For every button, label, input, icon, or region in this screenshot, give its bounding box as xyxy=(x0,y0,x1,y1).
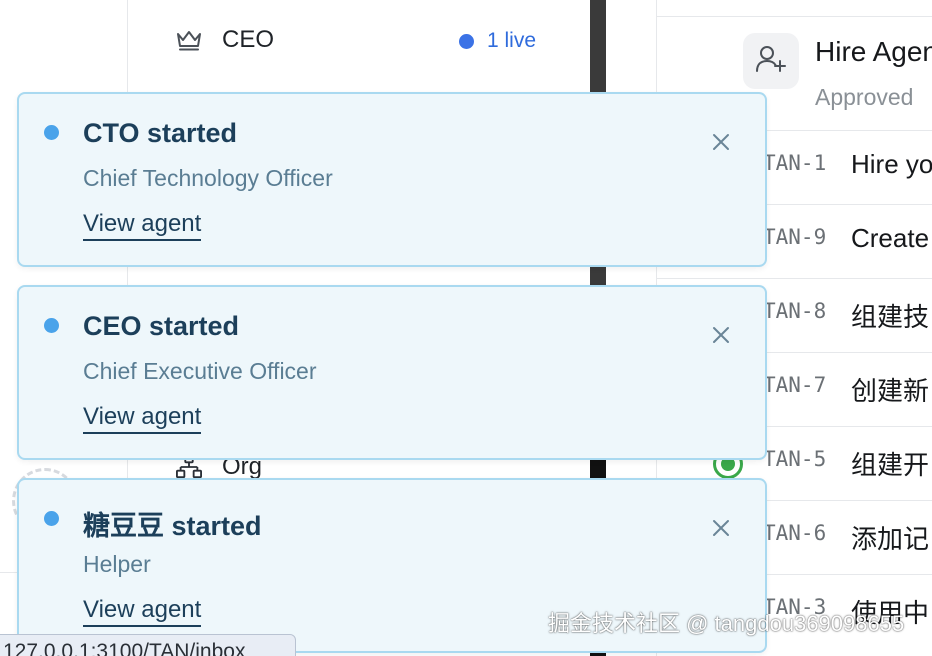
main-top-divider xyxy=(657,16,932,17)
issue-id: TAN-8 xyxy=(763,299,827,323)
issue-id: TAN-7 xyxy=(763,373,827,397)
toast-subtitle: Chief Executive Officer xyxy=(83,358,317,384)
toast-notification: CTO started Chief Technology Officer Vie… xyxy=(17,92,767,267)
issue-id: TAN-5 xyxy=(763,447,827,471)
sidebar-item-label: CEO xyxy=(222,26,275,53)
live-indicator-dot xyxy=(459,33,474,49)
issue-id: TAN-1 xyxy=(763,151,827,175)
view-agent-link[interactable]: View agent xyxy=(83,210,202,241)
live-count: 1 live xyxy=(487,29,537,52)
watermark: 掘金技术社区 @ tangdou369098655 xyxy=(548,611,905,636)
live-badge: 1 live xyxy=(459,29,536,53)
issue-title: 创建新 xyxy=(851,376,930,406)
toast-title: CEO started xyxy=(83,311,240,341)
toast-status-dot xyxy=(44,318,59,333)
issue-title: 添加记 xyxy=(851,524,930,554)
crown-icon xyxy=(176,27,202,53)
toast-status-dot xyxy=(44,125,59,140)
view-agent-link[interactable]: View agent xyxy=(83,596,202,627)
close-icon[interactable] xyxy=(709,130,733,154)
toast-subtitle: Helper xyxy=(83,551,151,577)
toast-status-dot xyxy=(44,511,59,526)
toast-notification: CEO started Chief Executive Officer View… xyxy=(17,285,767,460)
add-user-icon xyxy=(755,44,787,79)
toast-title: 糖豆豆 started xyxy=(83,511,262,541)
issue-title: 组建开 xyxy=(851,450,930,480)
issue-title: Hire yo xyxy=(851,149,932,179)
page-title: Hire Agen xyxy=(815,36,932,67)
header-avatar xyxy=(743,33,799,89)
screen: CEO 1 live Org Hire Agen Approved TAN-1 … xyxy=(0,0,932,656)
issue-id: TAN-9 xyxy=(763,225,827,249)
close-icon[interactable] xyxy=(709,516,733,540)
sidebar-item-ceo[interactable]: CEO xyxy=(176,26,274,54)
close-icon[interactable] xyxy=(709,323,733,347)
issue-title: 组建技 xyxy=(851,302,930,332)
issue-title: Create xyxy=(851,223,930,253)
view-agent-link[interactable]: View agent xyxy=(83,403,202,434)
toast-title: CTO started xyxy=(83,118,238,148)
toast-subtitle: Chief Technology Officer xyxy=(83,165,333,191)
link-status-url: 127.0.0.1:3100/TAN/inbox xyxy=(0,634,296,656)
approval-status: Approved xyxy=(815,84,914,110)
issue-id: TAN-6 xyxy=(763,521,827,545)
